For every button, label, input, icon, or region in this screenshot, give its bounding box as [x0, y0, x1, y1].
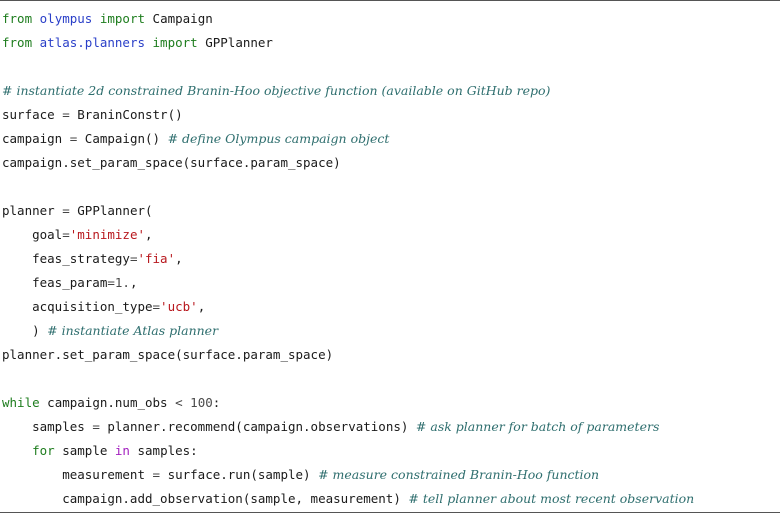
- keyword-import: import: [152, 35, 198, 50]
- keyword-for: for: [32, 443, 55, 458]
- identifier: sample: [54, 443, 115, 458]
- statement: campaign.add_observation(sample, measure…: [2, 491, 409, 506]
- imported-name: Campaign: [145, 11, 213, 26]
- keyword-from: from: [2, 35, 33, 50]
- argument-name: acquisition_type: [2, 299, 153, 314]
- code-line-2: from atlas.planners import GPPlanner: [2, 31, 273, 55]
- code-line-1: from olympus import Campaign: [2, 7, 213, 31]
- identifier: measurement: [2, 467, 153, 482]
- argument-name: feas_strategy: [2, 251, 130, 266]
- expression: GPPlanner(: [69, 203, 153, 218]
- identifier: planner: [2, 203, 63, 218]
- number-literal: 100: [190, 395, 213, 410]
- operator: <: [175, 395, 183, 410]
- argument-name: feas_param: [2, 275, 108, 290]
- identifier: campaign: [2, 131, 70, 146]
- code-line-7: planner = GPPlanner(: [2, 199, 153, 223]
- string-literal: 'ucb': [160, 299, 198, 314]
- code-line-12: ) # instantiate Atlas planner: [2, 319, 218, 343]
- operator: =: [62, 203, 70, 218]
- comment: # instantiate Atlas planner: [47, 323, 219, 338]
- keyword-while: while: [2, 395, 40, 410]
- expression: planner.recommend(campaign.observations): [99, 419, 416, 434]
- comment: # define Olympus campaign object: [167, 131, 390, 146]
- expression: BraninConstr(): [69, 107, 183, 122]
- number-literal: 1.: [114, 275, 130, 290]
- code-line-14: while campaign.num_obs < 100:: [2, 391, 220, 415]
- operator: =: [62, 107, 70, 122]
- operator: =: [152, 299, 161, 314]
- argument-name: goal: [2, 227, 63, 242]
- closing-paren: ): [2, 323, 48, 338]
- code-line-8: goal='minimize',: [2, 223, 153, 247]
- identifier: samples: [2, 419, 93, 434]
- comment: # instantiate 2d constrained Branin-Hoo …: [2, 83, 551, 98]
- imported-name: GPPlanner: [197, 35, 273, 50]
- punctuation: ,: [197, 299, 206, 314]
- code-line-10: feas_param=1.,: [2, 271, 137, 295]
- statement: campaign.set_param_space(surface.param_s…: [2, 155, 341, 170]
- statement: planner.set_param_space(surface.param_sp…: [2, 347, 334, 362]
- code-line-13: planner.set_param_space(surface.param_sp…: [2, 343, 333, 367]
- operator: =: [92, 419, 100, 434]
- code-line-3: # instantiate 2d constrained Branin-Hoo …: [2, 79, 550, 103]
- operator: =: [152, 467, 161, 482]
- code-listing: from olympus import Campaign from atlas.…: [0, 0, 780, 513]
- string-literal: 'fia': [137, 251, 176, 266]
- keyword-in: in: [114, 443, 130, 458]
- keyword-from: from: [2, 11, 33, 26]
- comment: # tell planner about most recent observa…: [408, 491, 695, 506]
- operator: =: [107, 275, 115, 290]
- module-name: olympus: [39, 11, 93, 26]
- code-line-17: measurement = surface.run(sample) # meas…: [2, 463, 599, 487]
- string-literal: 'minimize': [69, 227, 146, 242]
- punctuation: ,: [129, 275, 138, 290]
- code-line-16: for sample in samples:: [2, 439, 198, 463]
- expression: Campaign(): [77, 131, 168, 146]
- code-line-15: samples = planner.recommend(campaign.obs…: [2, 415, 659, 439]
- code-line-11: acquisition_type='ucb',: [2, 295, 205, 319]
- expression: campaign.num_obs: [39, 395, 176, 410]
- module-name: atlas.planners: [39, 35, 145, 50]
- identifier: surface: [2, 107, 63, 122]
- expression: surface.run(sample): [160, 467, 319, 482]
- code-line-5: campaign = Campaign() # define Olympus c…: [2, 127, 389, 151]
- punctuation: ,: [145, 227, 153, 242]
- code-line-18: campaign.add_observation(sample, measure…: [2, 487, 694, 511]
- code-line-6: campaign.set_param_space(surface.param_s…: [2, 151, 341, 175]
- punctuation: :: [212, 395, 221, 410]
- expression: samples:: [129, 443, 198, 458]
- comment: # ask planner for batch of parameters: [415, 419, 660, 434]
- operator: =: [62, 227, 70, 242]
- code-line-9: feas_strategy='fia',: [2, 247, 183, 271]
- comment: # measure constrained Branin-Hoo functio…: [318, 467, 600, 482]
- keyword-import: import: [99, 11, 146, 26]
- punctuation: ,: [175, 251, 183, 266]
- code-line-4: surface = BraninConstr(): [2, 103, 183, 127]
